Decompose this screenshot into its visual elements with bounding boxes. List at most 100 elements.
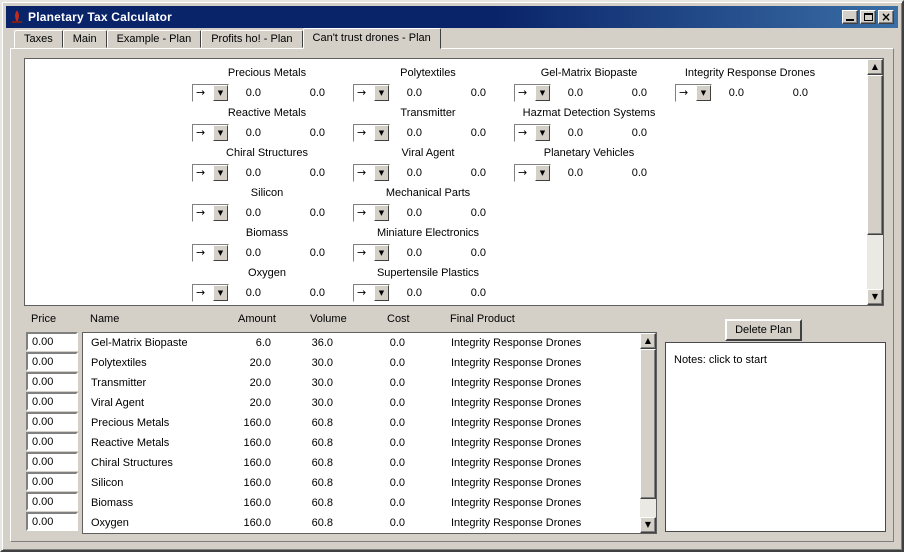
- route-combobox-value: →: [196, 126, 206, 139]
- item-cost: 0.0: [389, 397, 405, 409]
- list-row[interactable]: Reactive Metals 160.0 60.8 0.0 Integrity…: [83, 433, 640, 453]
- combobox-dropdown-button[interactable]: ▼: [374, 85, 389, 101]
- route-combobox[interactable]: → ▼: [192, 164, 229, 182]
- item-cost: 0.0: [389, 417, 405, 429]
- list-rows: Gel-Matrix Biopaste 6.0 36.0 0.0 Integri…: [83, 333, 640, 533]
- commodity-cell: Planetary Vehicles → ▼ 0.0 0.0: [514, 143, 675, 183]
- list-row[interactable]: Viral Agent 20.0 30.0 0.0 Integrity Resp…: [83, 393, 640, 413]
- list-row[interactable]: Biomass 160.0 60.8 0.0 Integrity Respons…: [83, 493, 640, 513]
- price-input[interactable]: [26, 432, 78, 451]
- route-combobox[interactable]: → ▼: [192, 204, 229, 222]
- combobox-dropdown-button[interactable]: ▼: [374, 285, 389, 301]
- price-input[interactable]: [26, 452, 78, 471]
- scrollbar-thumb[interactable]: [867, 75, 883, 235]
- list-row[interactable]: Polytextiles 20.0 30.0 0.0 Integrity Res…: [83, 353, 640, 373]
- route-combobox[interactable]: → ▼: [353, 124, 390, 142]
- list-row[interactable]: Oxygen 160.0 60.8 0.0 Integrity Response…: [83, 513, 640, 533]
- commodity-value-2: 0.0: [309, 207, 325, 219]
- combobox-dropdown-button[interactable]: ▼: [535, 165, 550, 181]
- route-combobox[interactable]: → ▼: [192, 284, 229, 302]
- item-volume: 60.8: [311, 457, 333, 469]
- combobox-dropdown-button[interactable]: ▼: [213, 165, 228, 181]
- price-input[interactable]: [26, 512, 78, 531]
- commodity-label: Viral Agent: [401, 147, 455, 159]
- combobox-dropdown-button[interactable]: ▼: [374, 245, 389, 261]
- list-row[interactable]: Gel-Matrix Biopaste 6.0 36.0 0.0 Integri…: [83, 333, 640, 353]
- combobox-dropdown-button[interactable]: ▼: [374, 125, 389, 141]
- scroll-up-button[interactable]: ▲: [867, 59, 883, 75]
- combobox-dropdown-button[interactable]: ▼: [213, 205, 228, 221]
- commodity-value-2: 0.0: [792, 87, 808, 99]
- price-cell: [26, 432, 78, 452]
- chevron-down-icon: ▼: [217, 248, 224, 257]
- commodity-controls: → ▼ 0.0 0.0: [514, 83, 675, 103]
- commodity-cell: Silicon → ▼ 0.0 0.0: [192, 183, 353, 223]
- route-combobox[interactable]: → ▼: [353, 164, 390, 182]
- item-name: Reactive Metals: [91, 437, 170, 449]
- combobox-dropdown-button[interactable]: ▼: [213, 125, 228, 141]
- combobox-dropdown-button[interactable]: ▼: [213, 285, 228, 301]
- item-final-product: Integrity Response Drones: [451, 477, 582, 489]
- item-amount: 160.0: [243, 517, 271, 529]
- route-combobox[interactable]: → ▼: [192, 84, 229, 102]
- list-row[interactable]: Precious Metals 160.0 60.8 0.0 Integrity…: [83, 413, 640, 433]
- tab-main[interactable]: Main: [62, 30, 107, 48]
- route-combobox[interactable]: → ▼: [514, 164, 551, 182]
- item-cost: 0.0: [389, 477, 405, 489]
- scroll-up-button[interactable]: ▲: [640, 333, 656, 349]
- route-combobox[interactable]: → ▼: [353, 284, 390, 302]
- price-input[interactable]: [26, 472, 78, 491]
- route-combobox[interactable]: → ▼: [353, 84, 390, 102]
- route-combobox[interactable]: → ▼: [675, 84, 712, 102]
- route-combobox[interactable]: → ▼: [514, 84, 551, 102]
- tab-profits-ho-plan[interactable]: Profits ho! - Plan: [201, 30, 303, 48]
- plan-column-4: Integrity Response Drones → ▼ 0.0 0.0: [675, 63, 836, 303]
- close-button[interactable]: ×: [878, 10, 894, 24]
- combobox-dropdown-button[interactable]: ▼: [374, 165, 389, 181]
- delete-plan-button[interactable]: Delete Plan: [725, 319, 802, 341]
- scroll-down-button[interactable]: ▼: [640, 517, 656, 533]
- app-icon[interactable]: [10, 10, 24, 24]
- combobox-dropdown-button[interactable]: ▼: [535, 85, 550, 101]
- item-amount: 20.0: [249, 377, 271, 389]
- chevron-down-icon: ▼: [378, 208, 385, 217]
- combobox-dropdown-button[interactable]: ▼: [213, 85, 228, 101]
- close-icon: ×: [880, 10, 892, 24]
- notes-area[interactable]: Notes: click to start: [665, 342, 886, 532]
- tab-cant-trust-drones-plan[interactable]: Can't trust drones - Plan: [302, 28, 441, 49]
- commodity-value-2: 0.0: [470, 207, 486, 219]
- list-row[interactable]: Chiral Structures 160.0 60.8 0.0 Integri…: [83, 453, 640, 473]
- list-row[interactable]: Transmitter 20.0 30.0 0.0 Integrity Resp…: [83, 373, 640, 393]
- route-combobox[interactable]: → ▼: [353, 244, 390, 262]
- route-combobox[interactable]: → ▼: [353, 204, 390, 222]
- price-input[interactable]: [26, 492, 78, 511]
- price-input[interactable]: [26, 372, 78, 391]
- scroll-down-button[interactable]: ▼: [867, 289, 883, 305]
- item-amount: 160.0: [243, 497, 271, 509]
- column-header-final-product: Final Product: [450, 313, 515, 325]
- price-input[interactable]: [26, 412, 78, 431]
- item-amount: 160.0: [243, 457, 271, 469]
- title-bar[interactable]: Planetary Tax Calculator ×: [6, 6, 898, 28]
- commodity-cell: Miniature Electronics → ▼ 0.0 0.0: [353, 223, 514, 263]
- list-scrollbar[interactable]: ▲ ▼: [640, 333, 656, 533]
- tab-taxes[interactable]: Taxes: [14, 30, 63, 48]
- list-row[interactable]: Silicon 160.0 60.8 0.0 Integrity Respons…: [83, 473, 640, 493]
- plan-scrollbar[interactable]: ▲ ▼: [867, 59, 883, 305]
- combobox-dropdown-button[interactable]: ▼: [374, 205, 389, 221]
- tab-example-plan[interactable]: Example - Plan: [106, 30, 202, 48]
- combobox-dropdown-button[interactable]: ▼: [696, 85, 711, 101]
- maximize-button[interactable]: [860, 10, 876, 24]
- combobox-dropdown-button[interactable]: ▼: [535, 125, 550, 141]
- route-combobox[interactable]: → ▼: [514, 124, 551, 142]
- price-input[interactable]: [26, 392, 78, 411]
- route-combobox[interactable]: → ▼: [192, 244, 229, 262]
- price-input[interactable]: [26, 352, 78, 371]
- item-cost: 0.0: [389, 377, 405, 389]
- combobox-dropdown-button[interactable]: ▼: [213, 245, 228, 261]
- minimize-button[interactable]: [842, 10, 858, 24]
- price-input[interactable]: [26, 332, 78, 351]
- commodity-cell: Biomass → ▼ 0.0 0.0: [192, 223, 353, 263]
- scrollbar-thumb[interactable]: [640, 349, 656, 499]
- route-combobox[interactable]: → ▼: [192, 124, 229, 142]
